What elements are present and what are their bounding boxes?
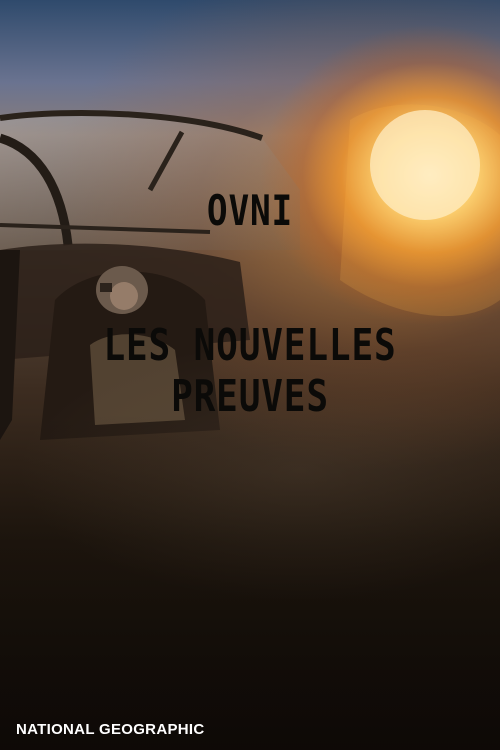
network-logo: NATIONAL GEOGRAPHIC (16, 721, 205, 738)
poster-subtitle: LES NOUVELLES PREUVES (103, 320, 397, 422)
poster-title: OVNI (206, 186, 294, 235)
movie-poster: OVNI LES NOUVELLES PREUVES NATIONAL GEOG… (0, 0, 500, 750)
